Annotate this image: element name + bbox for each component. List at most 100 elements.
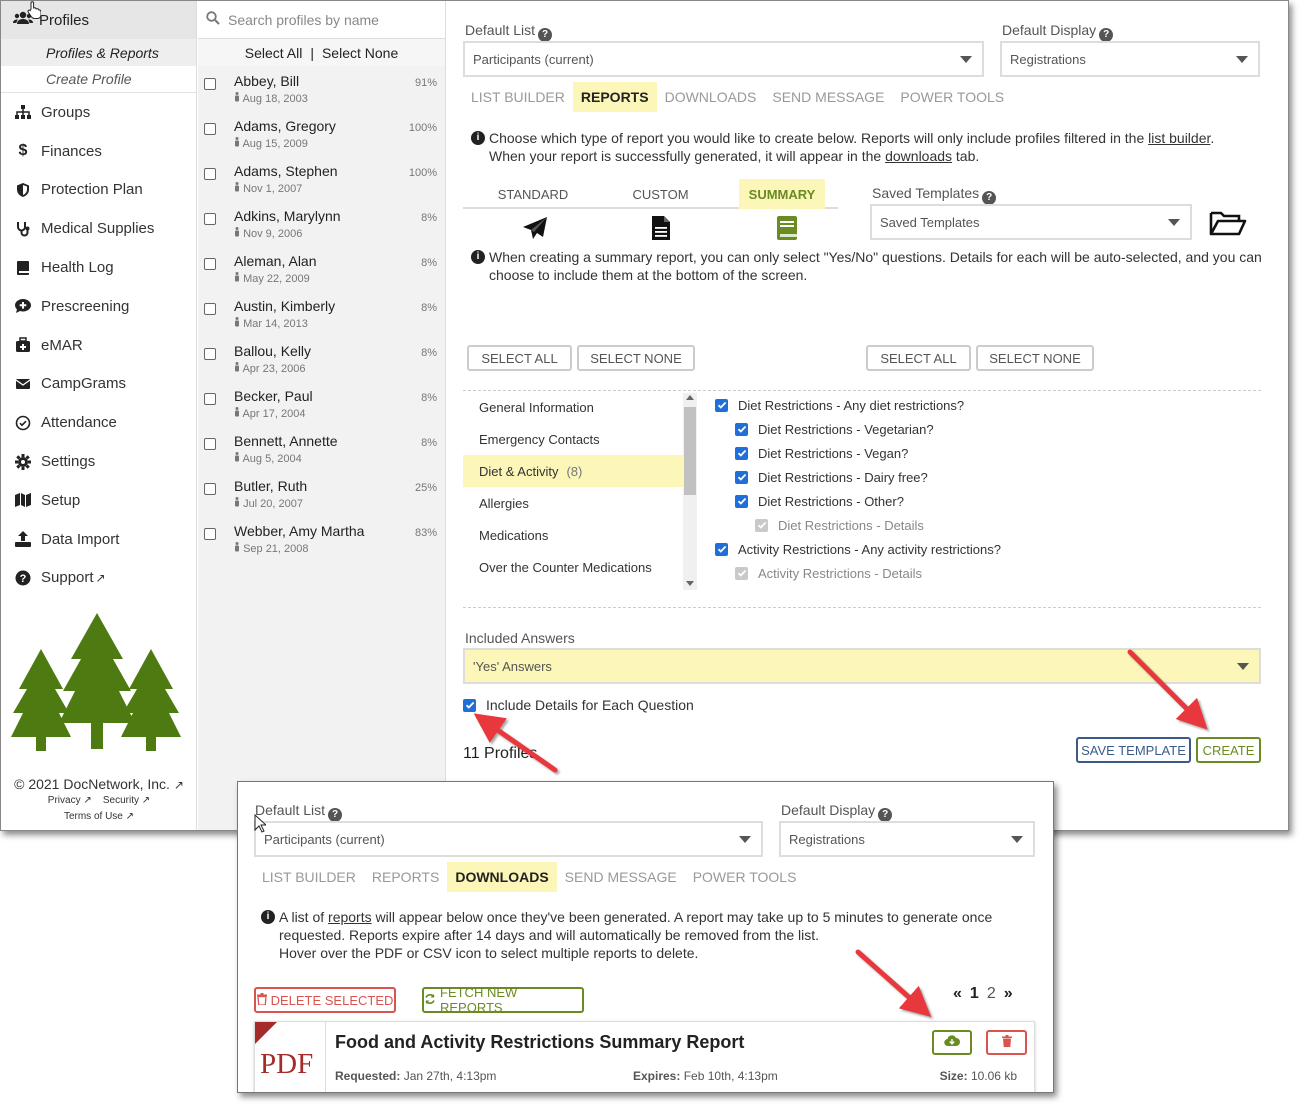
help-icon[interactable]: ?: [328, 808, 343, 822]
profile-checkbox[interactable]: [204, 438, 216, 450]
fetch-new-reports-button[interactable]: FETCH NEW REPORTS: [422, 985, 584, 1015]
terms-link[interactable]: Terms of Use: [64, 811, 123, 822]
profile-checkbox[interactable]: [204, 213, 216, 225]
tab-downloads[interactable]: DOWNLOADS: [657, 82, 765, 112]
tab-list-builder[interactable]: LIST BUILDER: [463, 82, 573, 112]
sidebar-item-attendance[interactable]: Attendance: [1, 403, 196, 442]
profile-row[interactable]: Austin, Kimberly Mar 14, 2013 8%: [198, 291, 445, 336]
page-2[interactable]: 2: [987, 985, 996, 1003]
profile-name[interactable]: Adkins, Marylynn: [234, 208, 445, 224]
sidebar-item-medical-supplies[interactable]: Medical Supplies: [1, 209, 196, 248]
profile-checkbox[interactable]: [204, 348, 216, 360]
default-list-select[interactable]: Participants (current): [254, 821, 763, 857]
tab-downloads[interactable]: DOWNLOADS: [447, 862, 557, 892]
category-item[interactable]: General Information: [463, 391, 685, 423]
profile-checkbox[interactable]: [204, 78, 216, 90]
delete-report-button[interactable]: [986, 1030, 1027, 1055]
select-none-link[interactable]: Select None: [322, 45, 398, 61]
question-checkbox[interactable]: [715, 398, 728, 412]
profile-row[interactable]: Adams, Stephen Nov 1, 2007 100%: [198, 156, 445, 201]
scroll-up-icon[interactable]: [686, 395, 694, 400]
select-all-link[interactable]: Select All: [245, 45, 303, 61]
sidebar-item-setup[interactable]: Setup: [1, 481, 196, 520]
select-all-categories-button[interactable]: SELECT ALL: [467, 345, 572, 371]
sidebar-item-protection-plan[interactable]: Protection Plan: [1, 171, 196, 210]
profile-row[interactable]: Adams, Gregory Aug 15, 2009 100%: [198, 111, 445, 156]
sidebar-item-settings[interactable]: Settings: [1, 442, 196, 481]
sidebar-sub-profiles-reports[interactable]: Profiles & Reports: [1, 39, 196, 66]
sidebar-item-data-import[interactable]: Data Import: [1, 520, 196, 559]
question-checkbox[interactable]: [735, 422, 748, 436]
delete-selected-button[interactable]: DELETE SELECTED: [254, 987, 396, 1013]
profile-row[interactable]: Ballou, Kelly Apr 23, 2006 8%: [198, 336, 445, 381]
help-icon[interactable]: ?: [878, 808, 893, 822]
question-checkbox[interactable]: [735, 494, 748, 508]
first-page-icon[interactable]: «: [953, 985, 962, 1003]
profile-name[interactable]: Abbey, Bill: [234, 73, 445, 89]
profile-checkbox[interactable]: [204, 168, 216, 180]
included-answers-select[interactable]: 'Yes' Answers: [463, 648, 1261, 684]
profile-row[interactable]: Becker, Paul Apr 17, 2004 8%: [198, 381, 445, 426]
default-list-select[interactable]: Participants (current): [463, 41, 984, 77]
profile-name[interactable]: Austin, Kimberly: [234, 298, 445, 314]
tab-reports[interactable]: REPORTS: [364, 862, 447, 892]
page-1[interactable]: 1: [970, 985, 979, 1003]
downloads-link[interactable]: downloads: [885, 148, 952, 164]
select-none-questions-button[interactable]: SELECT NONE: [976, 345, 1094, 371]
profile-name[interactable]: Ballou, Kelly: [234, 343, 445, 359]
profile-checkbox[interactable]: [204, 303, 216, 315]
profile-checkbox[interactable]: [204, 393, 216, 405]
profile-name[interactable]: Webber, Amy Martha: [234, 523, 445, 539]
sidebar-item-prescreening[interactable]: Prescreening: [1, 287, 196, 326]
scroll-down-icon[interactable]: [686, 581, 694, 586]
pdf-file-icon[interactable]: PDF: [255, 1022, 326, 1092]
sidebar-item-health-log[interactable]: Health Log: [1, 248, 196, 287]
profile-name[interactable]: Becker, Paul: [234, 388, 445, 404]
select-none-categories-button[interactable]: SELECT NONE: [577, 345, 695, 371]
profile-checkbox[interactable]: [204, 123, 216, 135]
create-button[interactable]: CREATE: [1196, 737, 1261, 763]
profile-row[interactable]: Abbey, Bill Aug 18, 2003 91%: [198, 66, 445, 111]
scroll-thumb[interactable]: [684, 407, 696, 495]
tab-custom[interactable]: CUSTOM: [613, 179, 708, 209]
search-bar[interactable]: Search profiles by name: [198, 1, 445, 39]
saved-templates-select[interactable]: Saved Templates: [870, 204, 1192, 240]
category-scrollbar[interactable]: [683, 393, 697, 590]
help-icon[interactable]: ?: [1099, 28, 1114, 42]
profile-checkbox[interactable]: [204, 528, 216, 540]
category-item[interactable]: Diet & Activity (8): [463, 455, 685, 487]
sidebar-item-emar[interactable]: eMAR: [1, 326, 196, 365]
help-icon[interactable]: ?: [982, 191, 997, 205]
category-item[interactable]: Emergency Contacts: [463, 423, 685, 455]
tab-reports[interactable]: REPORTS: [572, 82, 657, 112]
profile-row[interactable]: Butler, Ruth Jul 20, 2007 25%: [198, 471, 445, 516]
sidebar-sub-create-profile[interactable]: Create Profile: [1, 66, 196, 93]
tab-list-builder[interactable]: LIST BUILDER: [254, 862, 364, 892]
tab-summary[interactable]: SUMMARY: [739, 179, 825, 209]
document-icon[interactable]: [651, 215, 671, 244]
select-all-questions-button[interactable]: SELECT ALL: [866, 345, 971, 371]
profile-row[interactable]: Aleman, Alan May 22, 2009 8%: [198, 246, 445, 291]
tab-power-tools[interactable]: POWER TOOLS: [685, 862, 805, 892]
sidebar-item-support[interactable]: ? Support ↗: [1, 559, 196, 598]
profile-checkbox[interactable]: [204, 258, 216, 270]
default-display-select[interactable]: Registrations: [779, 821, 1035, 857]
privacy-link[interactable]: Privacy: [48, 795, 81, 806]
tab-send-message[interactable]: SEND MESSAGE: [764, 82, 892, 112]
last-page-icon[interactable]: »: [1004, 985, 1013, 1003]
profile-name[interactable]: Aleman, Alan: [234, 253, 445, 269]
tab-send-message[interactable]: SEND MESSAGE: [557, 862, 685, 892]
sidebar-item-finances[interactable]: $ Finances: [1, 132, 196, 171]
download-button[interactable]: [932, 1030, 972, 1055]
open-folder-icon[interactable]: [1209, 209, 1247, 240]
profile-row[interactable]: Webber, Amy Martha Sep 21, 2008 83%: [198, 516, 445, 561]
sidebar-item-groups[interactable]: Groups: [1, 93, 196, 132]
sidebar-item-campgrams[interactable]: CampGrams: [1, 365, 196, 404]
category-item[interactable]: Allergies: [463, 487, 685, 519]
security-link[interactable]: Security: [103, 795, 139, 806]
tab-standard[interactable]: STANDARD: [483, 179, 583, 209]
search-input[interactable]: Search profiles by name: [228, 12, 379, 28]
tab-power-tools[interactable]: POWER TOOLS: [892, 82, 1012, 112]
question-checkbox[interactable]: [715, 542, 728, 556]
question-checkbox[interactable]: [735, 470, 748, 484]
